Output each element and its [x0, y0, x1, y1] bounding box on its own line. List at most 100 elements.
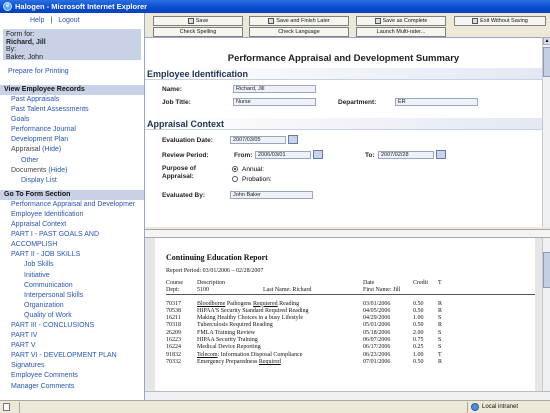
section-link[interactable]: Employee Comments: [11, 371, 144, 381]
purpose-label-line2: Appraisal:: [162, 173, 194, 180]
row-course: 70318: [166, 322, 181, 329]
internet-explorer-icon: e: [3, 2, 12, 11]
subsection-link[interactable]: Communication: [11, 281, 144, 291]
row-description: FMLA Training Review: [197, 330, 255, 336]
page-icon: [3, 403, 10, 411]
scroll-up-arrow-icon[interactable]: ▲: [543, 37, 550, 45]
record-link-development[interactable]: Development Plan: [11, 135, 144, 145]
section-link[interactable]: PART V: [11, 341, 144, 351]
report-table: Course Description Date Credit T Dept: 5…: [166, 280, 535, 366]
report-horizontal-scrollbar[interactable]: [145, 391, 550, 400]
row-credit: 0.50: [413, 358, 424, 365]
form-sections-list: Performance Appraisal and Developmer Emp…: [0, 200, 144, 392]
row-course: 16211: [166, 315, 181, 322]
multirater-label: Launch Multi-rater...: [376, 29, 426, 35]
section-link[interactable]: Signatures: [11, 361, 144, 371]
evaluated-by-field[interactable]: John Baker: [230, 191, 313, 199]
description-part: Emergency Preparedness: [197, 358, 259, 365]
section-link[interactable]: Manager Comments: [11, 382, 144, 392]
employee-name: Richard, Jill: [6, 38, 46, 46]
record-link-goals[interactable]: Goals: [11, 115, 144, 125]
name-field[interactable]: Richard, Jill: [233, 85, 316, 93]
check-language-button[interactable]: Check Language: [249, 27, 349, 37]
appraisal-context-heading: Appraisal Context: [145, 118, 542, 130]
documents-hide-link[interactable]: (Hide): [48, 167, 67, 174]
check-spelling-button[interactable]: Check Spelling: [153, 27, 243, 37]
department-field[interactable]: ER: [395, 98, 478, 106]
subsection-link[interactable]: Quality of Work: [11, 311, 144, 321]
row-course: 70317: [166, 300, 181, 307]
launch-multirater-button[interactable]: Launch Multi-rater...: [356, 27, 446, 37]
report-vertical-scrollbar[interactable]: [542, 238, 550, 393]
probation-radio[interactable]: [232, 176, 238, 182]
to-label: To:: [365, 152, 375, 159]
row-credit: 0.50: [413, 307, 424, 314]
subsection-link[interactable]: Job Skills: [11, 260, 144, 270]
other-link[interactable]: Other: [11, 156, 144, 166]
appraisal-hide-link[interactable]: (Hide): [42, 146, 61, 153]
row-description: HIPAA Security Training: [197, 337, 258, 343]
form-vertical-scrollbar[interactable]: ▲: [542, 37, 550, 227]
evaluation-date-field[interactable]: 2007/03/05: [230, 136, 286, 144]
review-period-label: Review Period:: [162, 152, 209, 159]
report-row: 16224 06/17/2006 0.25 S Medical Device Repor…: [166, 344, 535, 351]
calendar-icon[interactable]: [313, 150, 323, 159]
documents-group: Documents (Hide): [11, 166, 144, 176]
section-link[interactable]: PART III - CONCLUSIONS: [11, 321, 144, 331]
section-link[interactable]: PART IV: [11, 331, 144, 341]
to-date-field[interactable]: 2007/02/28: [378, 151, 434, 159]
help-link[interactable]: Help: [30, 17, 44, 24]
row-t: R: [438, 300, 443, 307]
spelling-label: Check Spelling: [179, 29, 217, 35]
row-course: 16223: [166, 337, 181, 344]
record-link-past-appraisals[interactable]: Past Appraisals: [11, 95, 144, 105]
row-t: R: [438, 322, 443, 329]
disk-icon: [268, 18, 275, 24]
report-rows: 70317 03/01/2006 0.50 R Bloodborne Pathogens…: [166, 301, 535, 367]
save-as-complete-button[interactable]: Save as Complete: [356, 16, 446, 26]
row-t: S: [438, 329, 442, 336]
form-document: Performance Appraisal and Development Su…: [145, 37, 542, 227]
col-t: T: [438, 280, 442, 286]
col-description: Description: [197, 280, 225, 286]
calendar-icon[interactable]: [436, 150, 446, 159]
display-list-link[interactable]: Display List: [11, 176, 144, 186]
subsection-link[interactable]: Initiative: [11, 271, 144, 281]
description-part: Medical Device Reporting: [197, 344, 261, 351]
from-date-field[interactable]: 2006/03/01: [255, 151, 311, 159]
section-link[interactable]: Performance Appraisal and Developmer: [11, 200, 144, 210]
annual-label: Annual:: [242, 166, 265, 173]
subsection-link[interactable]: Interpersonal Skills: [11, 291, 144, 301]
save-complete-label: Save as Complete: [382, 18, 428, 24]
prepare-for-printing-link[interactable]: Prepare for Printing: [8, 68, 69, 75]
exit-without-saving-button[interactable]: Exit Without Saving: [454, 16, 546, 26]
department-label: Department:: [338, 99, 377, 106]
window-title-bar: e Halogen - Microsoft Internet Explorer: [0, 0, 550, 13]
save-button[interactable]: Save: [153, 16, 243, 26]
row-t: S: [438, 344, 442, 351]
row-t: S: [438, 315, 442, 322]
report-row: 16211 04/29/2006 1.00 S Making Healthy Choic…: [166, 315, 535, 322]
report-scroll-thumb[interactable]: [543, 252, 550, 288]
save-finish-later-button[interactable]: Save and Finish Later: [249, 16, 349, 26]
section-link[interactable]: PART II - JOB SKILLS: [11, 250, 144, 260]
calendar-icon[interactable]: [288, 135, 298, 144]
scroll-thumb[interactable]: [543, 47, 550, 77]
globe-icon: [471, 403, 479, 411]
record-link-journal[interactable]: Performance Journal: [11, 125, 144, 135]
form-title: Performance Appraisal and Development Su…: [227, 53, 460, 64]
section-link[interactable]: PART I - PAST GOALS AND ACCOMPLISH: [11, 230, 144, 250]
row-course: 91832: [166, 351, 181, 358]
logout-link[interactable]: Logout: [58, 17, 79, 24]
subsection-link[interactable]: Organization: [11, 301, 144, 311]
section-link[interactable]: Employee Identification: [11, 210, 144, 220]
row-course: 16224: [166, 344, 181, 351]
section-link[interactable]: PART VI - DEVELOPMENT PLAN: [11, 351, 144, 361]
report-title: Continuing Education Report: [166, 253, 268, 262]
job-title-field[interactable]: Nurse: [233, 98, 316, 106]
annual-radio[interactable]: [232, 166, 238, 172]
record-link-past-talent[interactable]: Past Talent Assessments: [11, 105, 144, 115]
row-credit: 0.75: [413, 337, 424, 344]
dept-label: Dept:: [166, 287, 180, 294]
section-link[interactable]: Appraisal Context: [11, 220, 144, 230]
